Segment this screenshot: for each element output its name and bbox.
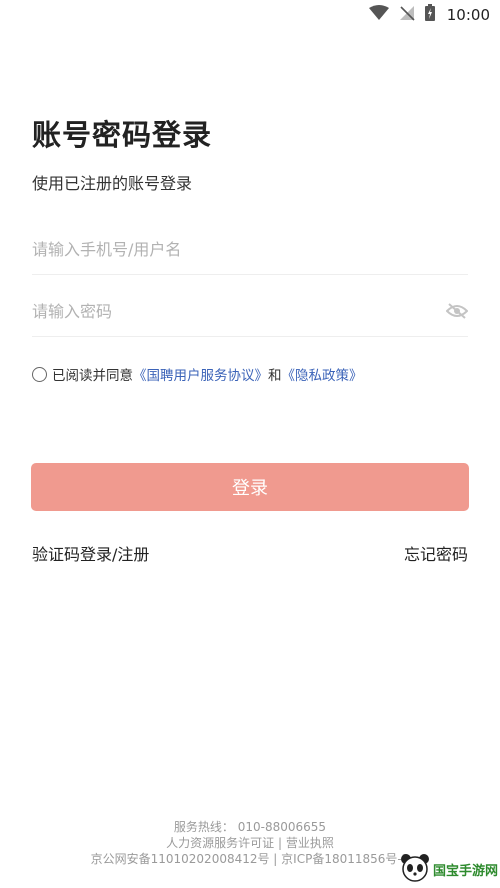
agreement-row: 已阅读并同意 《国聘用户服务协议》 和 《隐私政策》 [32,364,363,384]
no-signal-icon [399,5,415,25]
account-field [32,234,468,275]
watermark: 国宝手游网 [399,852,498,886]
status-time: 10:00 [446,5,490,24]
panda-logo-icon [399,852,431,886]
service-hotline: 服务热线： 010-88006655 [173,820,327,834]
battery-charging-icon [424,4,435,25]
status-icons: 10:00 [368,4,490,25]
privacy-policy-link[interactable]: 《隐私政策》 [282,364,363,384]
page-subtitle: 使用已注册的账号登录 [32,174,193,193]
status-bar: 10:00 [0,0,500,28]
sms-login-link[interactable]: 验证码登录/注册 [32,541,149,565]
forgot-password-link[interactable]: 忘记密码 [404,541,468,565]
login-button[interactable]: 登录 [31,463,469,511]
agreement-and: 和 [268,368,282,384]
watermark-text: 国宝手游网 [432,863,498,879]
license-links[interactable]: 人力资源服务许可证 | 营业执照 [0,835,500,851]
page-title: 账号密码登录 [32,118,213,152]
wifi-icon [368,4,389,25]
password-field [32,296,469,337]
password-input[interactable] [32,296,468,326]
account-input[interactable] [32,234,468,264]
eye-off-icon[interactable] [445,302,469,324]
user-agreement-link[interactable]: 《国聘用户服务协议》 [133,364,268,384]
agreement-checkbox[interactable] [32,366,47,382]
agreement-prefix: 已阅读并同意 [52,368,133,384]
